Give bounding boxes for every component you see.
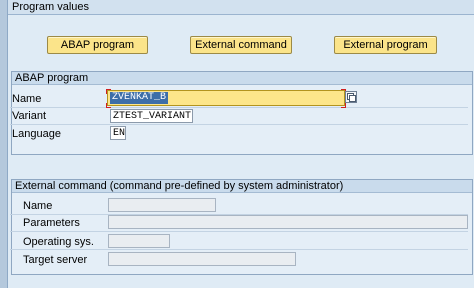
row-separator xyxy=(10,124,468,125)
operating-sys-label: Operating sys. xyxy=(23,236,94,248)
target-server-label: Target server xyxy=(23,254,88,266)
abap-group-header: ABAP program xyxy=(12,72,472,85)
language-label: Language xyxy=(12,128,61,140)
focus-corner xyxy=(106,89,111,94)
name-label: Name xyxy=(12,93,42,105)
variant-label: Variant xyxy=(12,110,47,122)
operating-sys-input[interactable] xyxy=(108,234,170,248)
external-command-button[interactable]: External command xyxy=(190,36,292,54)
external-name-label: Name xyxy=(23,200,53,212)
value-help-icon[interactable] xyxy=(345,91,357,103)
left-margin-strip xyxy=(0,0,8,288)
name-input-value: ZVENKAT_B xyxy=(110,92,169,104)
row-separator xyxy=(10,107,468,108)
row-separator xyxy=(10,231,468,232)
abap-program-button[interactable]: ABAP program xyxy=(47,36,148,54)
row-separator xyxy=(10,249,468,250)
external-name-input[interactable] xyxy=(108,198,216,212)
variant-input[interactable]: ZTEST_VARIANT xyxy=(110,109,193,123)
parameters-label: Parameters xyxy=(23,217,80,229)
target-server-input[interactable] xyxy=(108,252,296,266)
focus-corner xyxy=(106,103,111,108)
parameters-input[interactable] xyxy=(108,215,468,229)
external-program-button[interactable]: External program xyxy=(334,36,437,54)
abap-program-group: ABAP program xyxy=(11,71,473,155)
page-title: Program values xyxy=(12,1,90,13)
language-input[interactable]: EN xyxy=(110,126,126,140)
name-input[interactable]: ZVENKAT_B xyxy=(107,90,345,106)
focus-corner xyxy=(341,103,346,108)
external-group-header: External command (command pre-defined by… xyxy=(12,180,472,193)
section-title-bar: Program values xyxy=(8,0,474,15)
